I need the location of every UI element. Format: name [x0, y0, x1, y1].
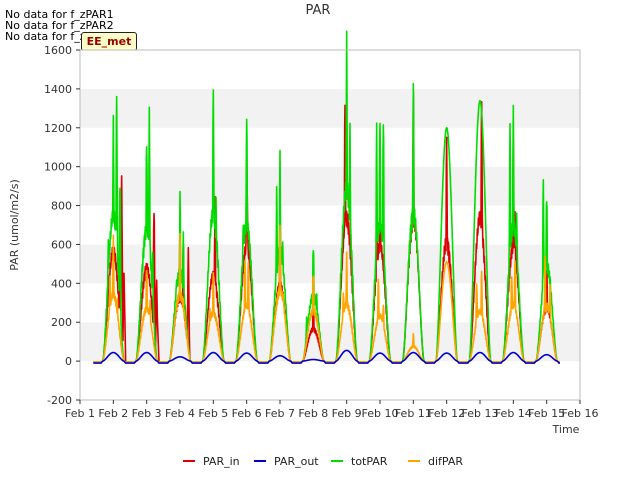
x-tick-label: Feb 2: [98, 407, 128, 420]
legend-label: PAR_out: [274, 455, 319, 468]
grid-band: [80, 127, 580, 167]
x-tick-label: Feb 7: [265, 407, 295, 420]
x-axis-ticks: Feb 1 Feb 2 Feb 3 Feb 4 Feb 5 Feb 6 Feb 7 Feb 8…: [65, 400, 598, 420]
x-tick-label: Feb 16: [562, 407, 599, 420]
y-tick-label: 1400: [44, 83, 72, 96]
x-tick-label: Feb 12: [428, 407, 465, 420]
x-tick-label: Feb 13: [462, 407, 499, 420]
x-tick-label: Feb 10: [362, 407, 399, 420]
y-tick-label: 0: [65, 355, 72, 368]
legend-label: difPAR: [428, 455, 463, 468]
y-tick-label: 1000: [44, 161, 72, 174]
x-tick-label: Feb 6: [232, 407, 262, 420]
y-tick-label: 1200: [44, 122, 72, 135]
y-tick-label: 800: [51, 200, 72, 213]
y-tick-label: -200: [47, 394, 72, 407]
x-tick-label: Feb 1: [65, 407, 95, 420]
x-tick-label: Feb 15: [528, 407, 565, 420]
y-tick-label: 200: [51, 316, 72, 329]
x-tick-label: Feb 5: [198, 407, 228, 420]
legend-label: totPAR: [351, 455, 388, 468]
y-axis-ticks: -200 0 200 400 600 800 1000 1200 1400 1600: [44, 44, 80, 407]
x-tick-label: Feb 9: [332, 407, 362, 420]
x-tick-label: Feb 8: [298, 407, 328, 420]
legend-label: PAR_in: [203, 455, 240, 468]
grid-band: [80, 166, 580, 206]
grid-band: [80, 88, 580, 128]
y-tick-label: 600: [51, 238, 72, 251]
y-axis-label: PAR (umol/m2/s): [8, 179, 21, 271]
x-tick-label: Feb 3: [132, 407, 162, 420]
y-tick-label: 1600: [44, 44, 72, 57]
par-chart: -20002004006008001000120014001600 Feb 1F…: [8, 3, 598, 468]
x-tick-label: Feb 11: [395, 407, 432, 420]
y-tick-label: 400: [51, 277, 72, 290]
x-axis-label: Time: [552, 423, 580, 436]
chart-title: PAR: [306, 3, 331, 18]
grid-band: [80, 50, 580, 89]
x-tick-label: Feb 4: [165, 407, 195, 420]
legend: PAR_in PAR_out totPAR difPAR: [183, 455, 463, 468]
grid-band: [80, 361, 580, 400]
x-tick-label: Feb 14: [495, 407, 532, 420]
